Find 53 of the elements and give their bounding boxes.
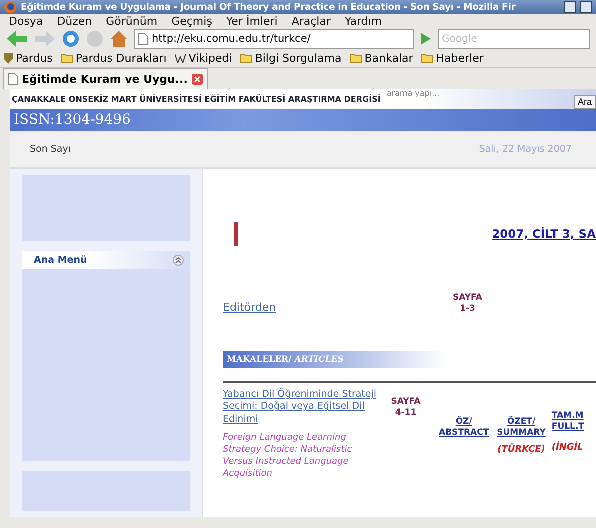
section-title: MAKALELER/ ARTICLES bbox=[227, 354, 344, 364]
menu-item[interactable]: Yardım bbox=[345, 15, 382, 28]
abstract-link[interactable]: ÖZ/ ABSTRACT bbox=[439, 417, 490, 440]
university-name: ÇANAKKALE ONSEKİZ MART ÜNİVERSİTESİ EĞİTİM FAKÜLTESİ ARAŞTIRMA DERGİSİ bbox=[11, 94, 381, 104]
folder-icon bbox=[350, 53, 362, 64]
page-range: SAYFA 1-3 bbox=[453, 293, 482, 316]
issue-link[interactable]: 2007, CİLT 3, SA bbox=[492, 227, 596, 241]
language-label: (İNGİL bbox=[552, 443, 584, 454]
close-icon[interactable] bbox=[192, 74, 203, 84]
bookmark-item[interactable]: Pardus Durakları bbox=[60, 52, 167, 65]
browser-tab[interactable]: Eğitimde Kuram ve Uygu... bbox=[3, 68, 208, 89]
page-range: SAYFA 4-11 bbox=[390, 397, 422, 420]
folder-icon bbox=[421, 53, 434, 64]
menu-title: Ana Menü bbox=[34, 254, 88, 266]
menu-item[interactable]: Geçmiş bbox=[172, 15, 212, 28]
article-english-title: Foreign Language Learning Strategy Choice: Naturalistic Versus Instructed Language Acquisition bbox=[223, 432, 354, 481]
browser-logo-icon bbox=[4, 0, 17, 14]
editorial-link[interactable]: Editörden bbox=[223, 301, 453, 314]
bookmark-item[interactable]: Vikipedi bbox=[174, 52, 232, 65]
full-text-link[interactable]: TAM.M FULL.T bbox=[552, 411, 584, 434]
w-glyph-icon bbox=[174, 54, 186, 63]
folder-icon bbox=[240, 53, 252, 64]
maximize-button[interactable] bbox=[580, 1, 592, 14]
menu-item[interactable]: Görünüm bbox=[106, 15, 158, 28]
menu-item[interactable]: Düzen bbox=[57, 15, 92, 28]
menu-item[interactable]: Dosya bbox=[9, 15, 44, 28]
language-label: (TÜRKÇE) bbox=[498, 445, 546, 456]
shield-icon bbox=[4, 52, 13, 64]
date-text: Salı, 22 Mayıs 2007 bbox=[479, 144, 572, 154]
page-icon bbox=[8, 73, 18, 85]
bookmark-item[interactable]: Bankalar bbox=[350, 52, 414, 65]
reload-icon[interactable] bbox=[62, 30, 80, 48]
issn-text: ISSN:1304-9496 bbox=[13, 112, 131, 128]
collapse-icon[interactable] bbox=[173, 254, 184, 266]
page-icon bbox=[138, 33, 148, 46]
minimize-button[interactable] bbox=[564, 1, 576, 14]
address-field[interactable]: http://eku.comu.edu.tr/turkce/ bbox=[134, 29, 414, 50]
go-icon[interactable] bbox=[420, 32, 432, 46]
bookmark-item[interactable]: Pardus bbox=[4, 52, 53, 65]
bookmark-item[interactable]: Haberler bbox=[421, 52, 484, 65]
nav-link[interactable]: Son Sayı bbox=[30, 144, 71, 154]
bookmark-item[interactable]: Bilgi Sorgulama bbox=[240, 52, 342, 65]
search-button[interactable]: Ara bbox=[574, 95, 596, 109]
search-hint: arama yapı... bbox=[386, 89, 440, 98]
folder-icon bbox=[60, 53, 73, 64]
window-title: Eğitimde Kuram ve Uygulama - Journal Of Theory and Practice in Education - Son Sayı - Mozilla Fir bbox=[21, 2, 517, 13]
article-title-link[interactable]: Yabancı Dil Öğreniminde Strateji Seçimi: Doğal veya Eğitsel Dil Edinimi bbox=[223, 389, 383, 426]
summary-link[interactable]: ÖZET/ SUMMARY bbox=[497, 417, 546, 440]
back-icon[interactable] bbox=[6, 30, 28, 48]
menu-item[interactable]: Araçlar bbox=[292, 15, 331, 28]
menu-item[interactable]: Yer İmleri bbox=[226, 15, 278, 28]
menu-header[interactable]: Ana Menü bbox=[22, 251, 190, 269]
home-icon[interactable] bbox=[110, 30, 128, 48]
